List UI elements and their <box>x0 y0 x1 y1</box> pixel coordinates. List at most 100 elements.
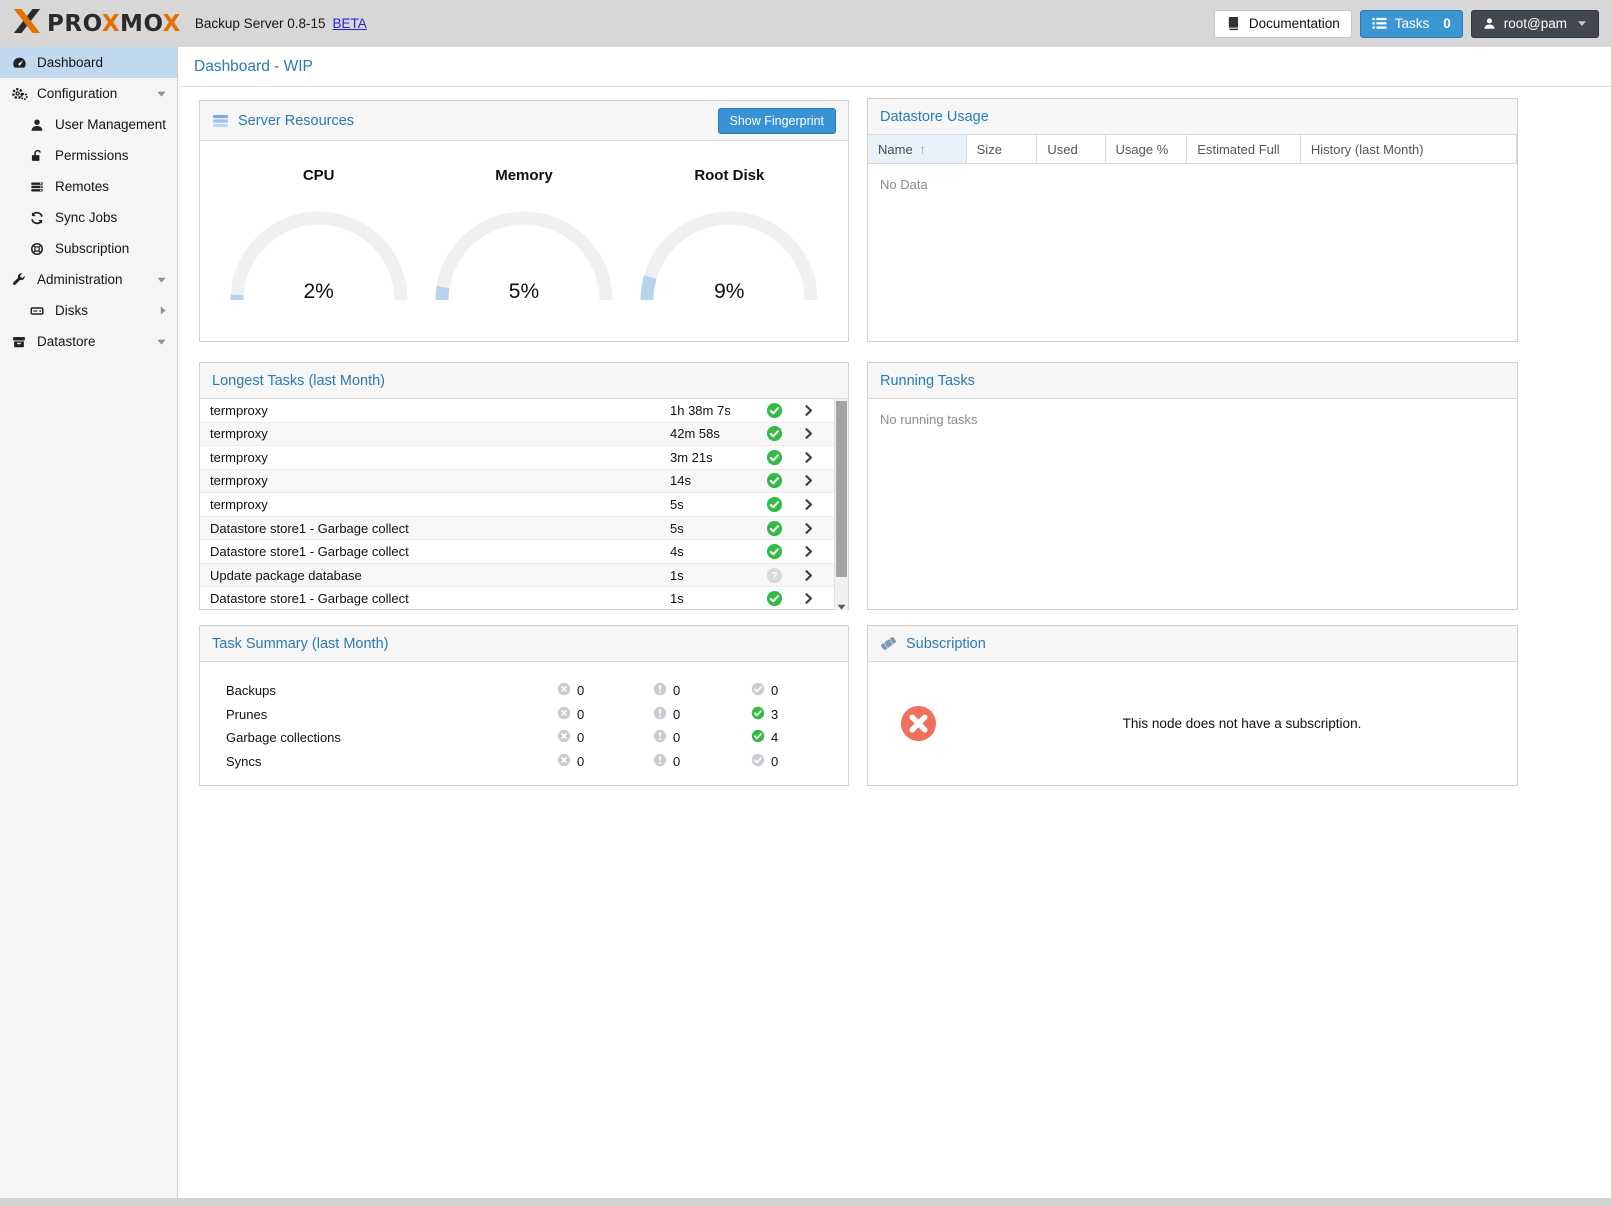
task-duration: 5s <box>670 521 684 536</box>
proxmox-logo: PROXMOX <box>12 8 181 39</box>
task-duration: 3m 21s <box>670 450 713 465</box>
task-list-icon <box>1372 17 1387 30</box>
chevron-right-icon <box>801 426 816 441</box>
sidebar-item-subscription[interactable]: Subscription <box>0 233 177 264</box>
dashboard-icon <box>10 55 28 70</box>
task-row[interactable]: termproxy14s <box>200 470 848 494</box>
user-icon <box>28 118 46 132</box>
column-header-usage[interactable]: Usage % <box>1106 135 1188 163</box>
datastore-usage-panel: Datastore Usage Name↑SizeUsedUsage % Esti… <box>867 98 1518 342</box>
summary-ok-count: 3 <box>751 706 778 723</box>
count-value: 0 <box>673 730 680 745</box>
user-menu-button[interactable]: root@pam <box>1471 10 1599 38</box>
status-warning-icon <box>653 706 667 723</box>
wrench-icon <box>10 273 28 287</box>
running-tasks-header: Running Tasks <box>868 363 1517 399</box>
column-header-used[interactable]: Used <box>1037 135 1105 163</box>
status-ok-icon <box>766 402 783 419</box>
task-summary-header: Task Summary (last Month) <box>200 626 848 662</box>
summary-label: Syncs <box>226 754 261 769</box>
subscription-panel: Subscription This node does not have a s… <box>867 625 1518 786</box>
sidebar-item-label: User Management <box>55 117 166 132</box>
documentation-button[interactable]: Documentation <box>1214 10 1352 38</box>
subscription-title: Subscription <box>906 636 986 652</box>
column-label: Estimated Full <box>1197 142 1279 157</box>
status-ok-icon <box>751 753 765 770</box>
task-row[interactable]: termproxy3m 21s <box>200 446 848 470</box>
server-stack-icon <box>212 114 229 128</box>
datastore-empty-text: No Data <box>868 164 1517 205</box>
archive-icon <box>10 335 28 349</box>
status-ok-icon <box>766 425 783 442</box>
window-bottom-edge <box>0 1198 1611 1206</box>
chevron-right-icon <box>801 521 816 536</box>
sidebar-item-label: Datastore <box>37 334 96 349</box>
status-ok-icon <box>766 543 783 560</box>
summary-row-backups: Backups000 <box>200 679 848 703</box>
sidebar-item-administration[interactable]: Administration <box>0 264 177 295</box>
proxmox-x-logo-icon <box>12 8 42 39</box>
summary-row-garbage-collections: Garbage collections004 <box>200 726 848 750</box>
summary-label: Garbage collections <box>226 730 341 745</box>
sidebar-item-remotes[interactable]: Remotes <box>0 171 177 202</box>
sidebar-item-configuration[interactable]: Configuration <box>0 78 177 109</box>
gauge-label: Root Disk <box>627 167 832 184</box>
task-row[interactable]: Update package database1s? <box>200 564 848 588</box>
running-tasks-panel: Running Tasks No running tasks <box>867 362 1518 610</box>
scrollbar-down-arrow-icon[interactable] <box>835 604 848 610</box>
server-resources-header: Server Resources Show Fingerprint <box>200 101 848 141</box>
tasks-scrollbar[interactable] <box>834 399 848 610</box>
documentation-label: Documentation <box>1249 16 1340 31</box>
scrollbar-thumb[interactable] <box>836 401 847 577</box>
task-row[interactable]: termproxy5s <box>200 493 848 517</box>
gauge-arc: 9% <box>634 200 824 304</box>
sidebar-item-datastore[interactable]: Datastore <box>0 326 177 357</box>
summary-warning-count: 0 <box>653 706 680 723</box>
status-ok-icon <box>751 706 765 723</box>
task-name: Datastore store1 - Garbage collect <box>210 591 409 606</box>
task-row[interactable]: Datastore store1 - Garbage collect4s <box>200 540 848 564</box>
count-value: 4 <box>771 730 778 745</box>
summary-warning-count: 0 <box>653 753 680 770</box>
sidebar-item-dashboard[interactable]: Dashboard <box>0 47 177 78</box>
sidebar-item-user-management[interactable]: User Management <box>0 109 177 140</box>
task-name: termproxy <box>210 426 268 441</box>
bars-icon <box>28 180 46 194</box>
longest-tasks-list: termproxy1h 38m 7stermproxy42m 58stermpr… <box>200 399 848 610</box>
status-ok-icon <box>766 472 783 489</box>
column-header-history-last-month[interactable]: History (last Month) <box>1301 135 1517 163</box>
sidebar-item-label: Permissions <box>55 148 129 163</box>
subscription-body: This node does not have a subscription. <box>868 662 1517 785</box>
status-ok-icon <box>766 449 783 466</box>
product-version: Backup Server 0.8-15 <box>195 16 326 31</box>
task-summary-body: Backups000Prunes003Garbage collections00… <box>200 662 848 773</box>
show-fingerprint-button[interactable]: Show Fingerprint <box>718 108 837 134</box>
task-row[interactable]: Datastore store1 - Garbage collect1s <box>200 587 848 610</box>
longest-tasks-panel: Longest Tasks (last Month) termproxy1h 3… <box>199 362 849 610</box>
datastore-usage-title: Datastore Usage <box>880 109 989 125</box>
task-row[interactable]: termproxy1h 38m 7s <box>200 399 848 423</box>
status-ok-icon <box>766 520 783 537</box>
chevron-right-icon <box>801 497 816 512</box>
beta-link[interactable]: BETA <box>332 16 366 31</box>
sidebar-item-permissions[interactable]: Permissions <box>0 140 177 171</box>
summary-ok-count: 4 <box>751 729 778 746</box>
status-error-icon <box>557 729 571 746</box>
tasks-button[interactable]: Tasks 0 <box>1360 10 1463 38</box>
summary-label: Backups <box>226 683 276 698</box>
sidebar-item-disks[interactable]: Disks <box>0 295 177 326</box>
page-title: Dashboard - WIP <box>194 58 313 76</box>
chevron-down-icon <box>157 339 166 345</box>
column-header-estimated-full[interactable]: Estimated Full <box>1187 135 1301 163</box>
task-row[interactable]: Datastore store1 - Garbage collect5s <box>200 517 848 541</box>
column-header-name[interactable]: Name↑ <box>868 135 967 163</box>
sidebar-item-sync-jobs[interactable]: Sync Jobs <box>0 202 177 233</box>
status-error-icon <box>557 682 571 699</box>
gauge-arc: 2% <box>224 200 414 304</box>
server-resources-panel: Server Resources Show Fingerprint CPU2%M… <box>199 100 849 342</box>
column-header-size[interactable]: Size <box>967 135 1038 163</box>
task-row[interactable]: termproxy42m 58s <box>200 423 848 447</box>
status-ok-icon <box>766 590 783 607</box>
task-duration: 1s <box>670 568 684 583</box>
status-ok-icon <box>751 729 765 746</box>
